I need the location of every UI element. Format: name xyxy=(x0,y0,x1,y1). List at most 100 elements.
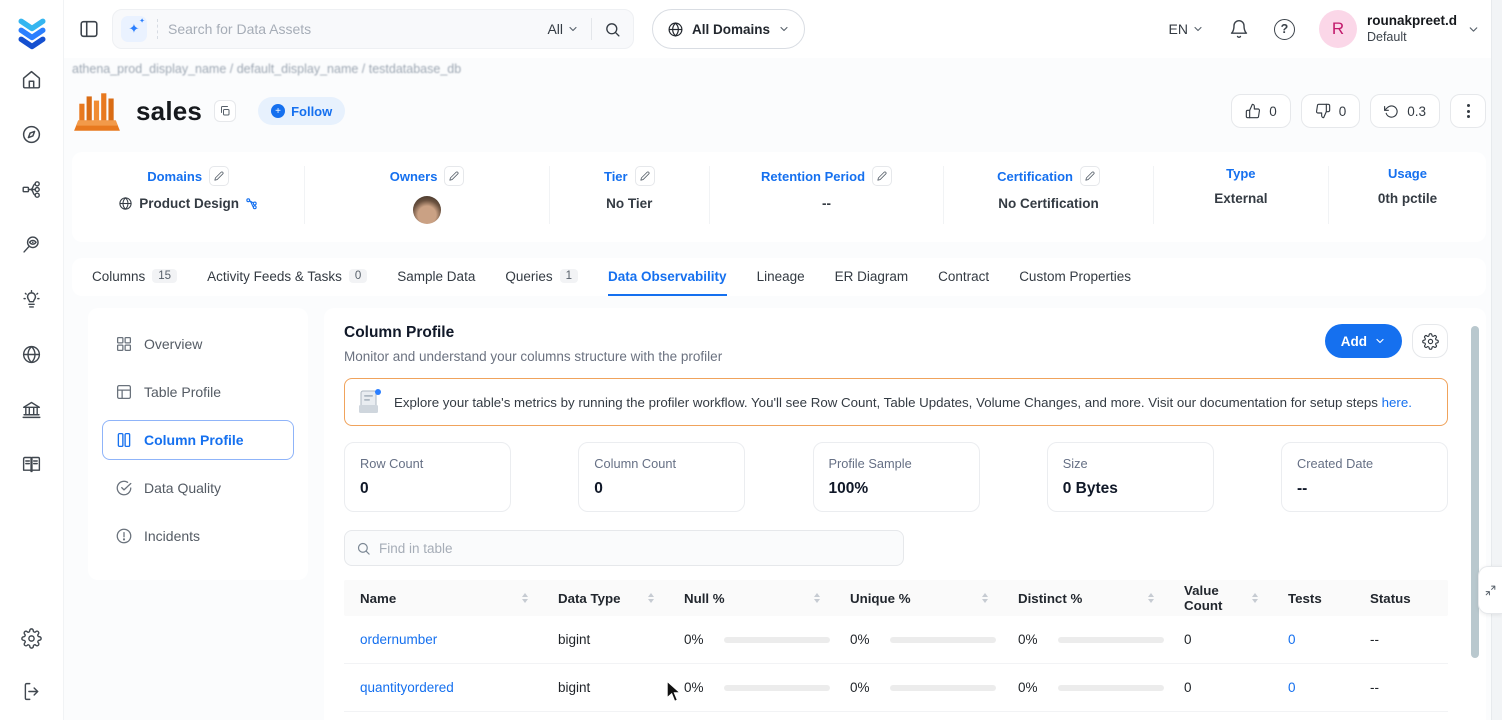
tab-custom-properties[interactable]: Custom Properties xyxy=(1019,258,1131,296)
distinct-pct-cell: 0% xyxy=(1002,632,1168,647)
user-menu[interactable]: R rounakpreet.d Default xyxy=(1318,10,1480,48)
panel-title: Column Profile xyxy=(344,324,455,341)
progress-bar xyxy=(889,636,996,643)
tab-activity-feeds[interactable]: Activity Feeds & Tasks 0 xyxy=(207,258,368,296)
breadcrumb[interactable]: athena_prod_display_name / default_displ… xyxy=(72,58,1486,78)
table-row: quantityordered bigint 0% 0% 0% 0 0 -- xyxy=(344,664,1448,712)
meta-certification: Certification No Certification xyxy=(944,166,1154,224)
rail-bottom xyxy=(21,627,43,720)
edit-owners-icon[interactable] xyxy=(444,166,465,186)
unique-pct-cell: 0% xyxy=(834,632,1002,647)
profiler-nav-column-profile[interactable]: Column Profile xyxy=(102,420,294,460)
sort-icon[interactable] xyxy=(1252,593,1258,603)
stat-label: Profile Sample xyxy=(828,456,912,471)
more-options-kebab-icon[interactable] xyxy=(1450,94,1486,128)
follow-button[interactable]: + Follow xyxy=(258,97,346,125)
version-number: 0.3 xyxy=(1407,103,1426,119)
insights-bulb-icon[interactable] xyxy=(21,288,43,310)
tab-columns[interactable]: Columns 15 xyxy=(92,258,178,296)
status-cell: -- xyxy=(1370,632,1379,647)
col-header-value-count[interactable]: Value Count xyxy=(1168,580,1272,616)
globe-icon xyxy=(668,21,683,37)
domains-value[interactable]: Product Design xyxy=(118,196,258,211)
sort-icon[interactable] xyxy=(814,593,820,603)
search-input[interactable] xyxy=(168,21,548,37)
column-name-link[interactable]: quantityordered xyxy=(344,680,542,695)
column-name-link[interactable]: ordernumber xyxy=(344,632,542,647)
knowledge-book-icon[interactable] xyxy=(21,453,43,475)
all-domains-button[interactable]: All Domains xyxy=(652,9,806,49)
user-avatar: R xyxy=(1318,10,1357,48)
sort-icon[interactable] xyxy=(522,593,528,603)
col-header-status: Status xyxy=(1370,590,1411,606)
col-header-data-type[interactable]: Data Type xyxy=(542,580,668,616)
edit-certification-icon[interactable] xyxy=(1079,166,1100,186)
col-header-unique[interactable]: Unique % xyxy=(834,580,1002,616)
thumbs-up-icon xyxy=(1245,103,1261,119)
distinct-pct-cell: 0% xyxy=(1002,680,1168,695)
profiler-info-banner: Explore your table's metrics by running … xyxy=(344,378,1448,426)
upvote-button[interactable]: 0 xyxy=(1231,94,1291,128)
profiler-nav-overview[interactable]: Overview xyxy=(102,324,294,364)
tab-sample-data[interactable]: Sample Data xyxy=(397,258,475,296)
search-icon[interactable] xyxy=(604,21,621,38)
tab-queries[interactable]: Queries 1 xyxy=(505,258,579,296)
col-header-null[interactable]: Null % xyxy=(668,580,834,616)
user-workspace: Default xyxy=(1366,29,1407,44)
app-root: ✦✦ All All Domains EN xyxy=(0,0,1502,720)
lineage-flow-icon[interactable] xyxy=(21,178,43,200)
col-header-name[interactable]: Name xyxy=(344,580,542,616)
governance-bank-icon[interactable] xyxy=(21,398,43,420)
tab-data-observability[interactable]: Data Observability xyxy=(608,258,727,296)
copy-icon[interactable] xyxy=(214,100,237,122)
left-rail xyxy=(0,0,64,720)
profiler-nav-incidents[interactable]: Incidents xyxy=(102,516,294,556)
edit-tier-icon[interactable] xyxy=(634,166,655,186)
domain-name: Product Design xyxy=(139,196,240,211)
app-logo-icon[interactable] xyxy=(14,14,50,52)
table-row: ordernumber bigint 0% 0% 0% 0 0 -- xyxy=(344,616,1448,664)
docs-link[interactable]: here. xyxy=(1382,395,1412,410)
edit-domains-icon[interactable] xyxy=(209,166,230,186)
add-button[interactable]: Add xyxy=(1324,324,1402,358)
settings-gear-icon[interactable] xyxy=(21,627,43,649)
search-scope-select[interactable]: All xyxy=(547,21,579,37)
owner-avatar[interactable] xyxy=(413,196,442,224)
col-header-distinct[interactable]: Distinct % xyxy=(1002,580,1168,616)
downvote-button[interactable]: 0 xyxy=(1300,94,1361,128)
tab-contract[interactable]: Contract xyxy=(938,258,989,296)
ai-sparkle-icon[interactable]: ✦ ✦ xyxy=(121,16,147,42)
tab-er-diagram[interactable]: ER Diagram xyxy=(835,258,909,296)
stat-label: Column Count xyxy=(594,456,677,471)
version-button[interactable]: 0.3 xyxy=(1370,94,1440,128)
profiler-nav-table-profile[interactable]: Table Profile xyxy=(102,372,294,412)
sidebar-toggle-icon[interactable] xyxy=(78,18,100,40)
sort-icon[interactable] xyxy=(648,593,654,603)
panel-scrollbar[interactable] xyxy=(1471,326,1479,658)
value-count-cell: 0 xyxy=(1184,632,1192,647)
language-select[interactable]: EN xyxy=(1169,21,1204,37)
notifications-bell-icon[interactable] xyxy=(1228,18,1250,40)
side-panel-toggle[interactable] xyxy=(1478,566,1502,614)
observability-search-icon[interactable] xyxy=(21,233,43,255)
edit-retention-icon[interactable] xyxy=(872,166,893,186)
tests-link[interactable]: 0 xyxy=(1272,632,1354,647)
logout-icon[interactable] xyxy=(21,680,43,702)
profiler-nav-data-quality[interactable]: Data Quality xyxy=(102,468,294,508)
tab-count-badge: 15 xyxy=(152,269,178,283)
sort-icon[interactable] xyxy=(1148,593,1154,603)
profiler-settings-button[interactable] xyxy=(1412,324,1448,358)
home-icon[interactable] xyxy=(21,68,43,90)
gear-icon xyxy=(1421,332,1439,350)
help-icon[interactable]: ? xyxy=(1273,18,1295,40)
owners-label: Owners xyxy=(389,168,438,184)
tests-link[interactable]: 0 xyxy=(1272,680,1354,695)
find-in-table-input[interactable] xyxy=(379,540,892,556)
stat-value: 100% xyxy=(828,480,869,497)
sort-icon[interactable] xyxy=(982,593,988,603)
domains-globe-icon[interactable] xyxy=(21,343,43,365)
tab-lineage[interactable]: Lineage xyxy=(757,258,805,296)
global-search[interactable]: ✦✦ All xyxy=(112,9,634,49)
find-in-table[interactable] xyxy=(344,530,904,566)
explore-compass-icon[interactable] xyxy=(21,123,43,145)
